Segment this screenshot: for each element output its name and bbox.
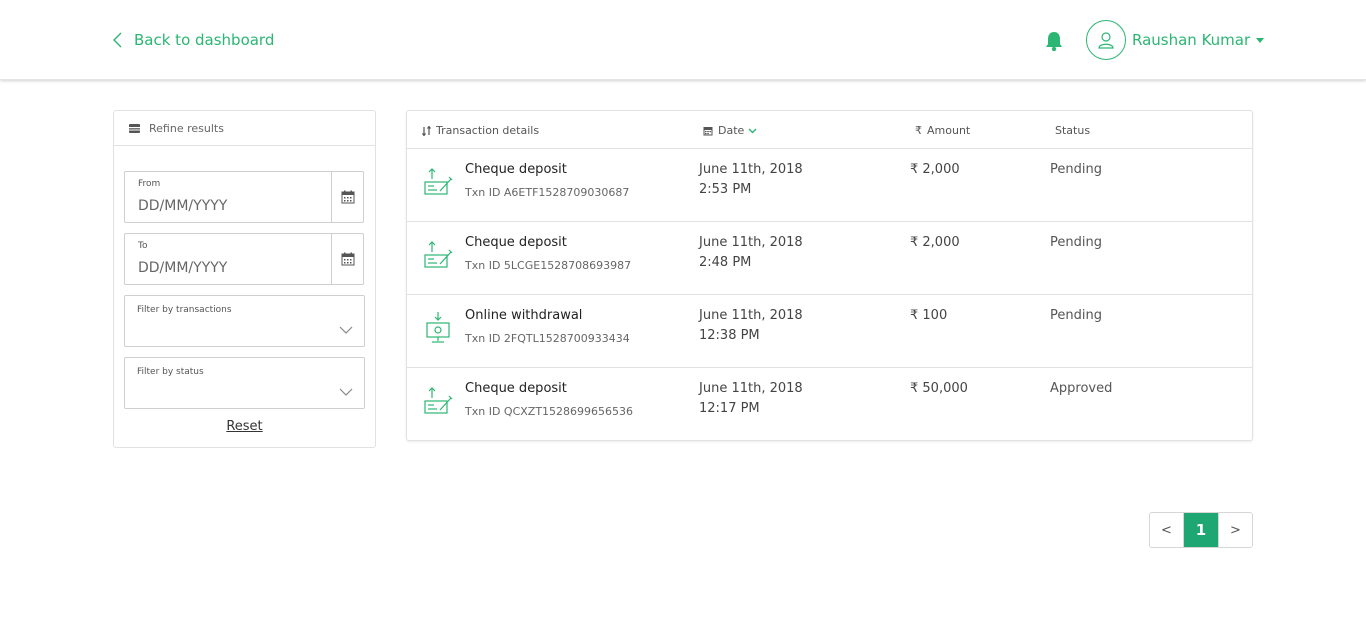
row-txn-id: Txn ID 5LCGE1528708693987 (465, 259, 632, 272)
back-link-label: Back to dashboard (134, 31, 275, 49)
caret-down-icon (1256, 37, 1265, 43)
row-status: Pending (1050, 308, 1102, 323)
row-date: June 11th, 2018 (699, 235, 803, 250)
chevron-down-icon (748, 128, 757, 133)
cheque-deposit-icon (424, 241, 453, 268)
table-row[interactable]: Cheque deposit Txn ID A6ETF1528709030687… (407, 149, 1252, 222)
chevron-down-icon (339, 326, 353, 334)
user-name: Raushan Kumar (1132, 31, 1251, 49)
row-amount: ₹ 2,000 (910, 162, 960, 177)
table-row[interactable]: Online withdrawal Txn ID 2FQTL1528700933… (407, 295, 1252, 368)
row-time: 12:38 PM (699, 328, 760, 343)
online-withdrawal-icon (426, 312, 450, 343)
pagination: < 1 > (1149, 512, 1253, 548)
from-date-main: From (125, 172, 331, 222)
transactions-filter-label: Filter by transactions (137, 305, 232, 315)
from-label: From (138, 179, 161, 189)
row-amount: ₹ 50,000 (910, 381, 968, 396)
th-date[interactable]: Date (703, 124, 757, 137)
row-txn-id: Txn ID A6ETF1528709030687 (465, 186, 630, 199)
row-time: 2:53 PM (699, 182, 752, 197)
row-title: Cheque deposit (465, 162, 567, 177)
table-header: Transaction details Date ₹ Amount Status (407, 111, 1252, 149)
th-date-label: Date (718, 124, 745, 137)
transactions-table: Transaction details Date ₹ Amount Status (406, 110, 1253, 441)
next-page-button[interactable]: > (1218, 513, 1252, 547)
from-date-field: From (124, 171, 364, 223)
filter-header: Refine results (114, 111, 375, 146)
row-time: 2:48 PM (699, 255, 752, 270)
user-icon (1098, 32, 1114, 49)
row-amount: ₹ 100 (910, 308, 948, 323)
from-date-input[interactable] (138, 198, 318, 214)
th-status[interactable]: Status (1055, 124, 1090, 137)
filter-title: Refine results (149, 121, 224, 135)
prev-page-button[interactable]: < (1150, 513, 1184, 547)
calendar-icon (341, 252, 354, 266)
row-date: June 11th, 2018 (699, 381, 803, 396)
calendar-icon (703, 126, 713, 135)
to-calendar-button[interactable] (331, 234, 363, 284)
row-date: June 11th, 2018 (699, 308, 803, 323)
avatar (1086, 20, 1126, 60)
cheque-deposit-icon (424, 387, 453, 414)
row-time: 12:17 PM (699, 401, 760, 416)
row-txn-id: Txn ID QCXZT1528699656536 (465, 405, 634, 418)
reset-link[interactable]: Reset (114, 419, 375, 434)
to-date-field: To (124, 233, 364, 285)
th-details-label: Transaction details (436, 124, 540, 137)
filter-card-icon (129, 123, 140, 133)
calendar-icon (341, 190, 354, 204)
th-transaction-details[interactable]: Transaction details (422, 124, 539, 137)
from-calendar-button[interactable] (331, 172, 363, 222)
th-amount[interactable]: ₹ Amount (915, 124, 970, 137)
to-date-input[interactable] (138, 260, 318, 276)
chevron-left-icon (113, 32, 122, 48)
row-amount: ₹ 2,000 (910, 235, 960, 250)
page-1-button[interactable]: 1 (1184, 513, 1218, 547)
table-row[interactable]: Cheque deposit Txn ID QCXZT1528699656536… (407, 368, 1252, 441)
row-status: Pending (1050, 162, 1102, 177)
row-txn-id: Txn ID 2FQTL1528700933434 (465, 332, 630, 345)
status-filter-label: Filter by status (137, 367, 204, 377)
row-date: June 11th, 2018 (699, 162, 803, 177)
row-title: Online withdrawal (465, 308, 583, 323)
filter-panel: Refine results From To (113, 110, 376, 448)
to-date-main: To (125, 234, 331, 284)
th-status-label: Status (1055, 124, 1091, 137)
bell-icon[interactable] (1043, 30, 1065, 52)
th-amount-label: Amount (927, 124, 971, 137)
to-label: To (138, 241, 148, 251)
rupee-icon: ₹ (915, 124, 922, 137)
cheque-deposit-icon (424, 168, 453, 195)
user-menu[interactable]: Raushan Kumar (1086, 20, 1265, 60)
table-row[interactable]: Cheque deposit Txn ID 5LCGE1528708693987… (407, 222, 1252, 295)
row-status: Pending (1050, 235, 1102, 250)
sort-icon (422, 125, 431, 136)
transactions-filter-select[interactable]: Filter by transactions (124, 295, 365, 347)
row-title: Cheque deposit (465, 381, 567, 396)
chevron-down-icon (339, 388, 353, 396)
row-status: Approved (1050, 381, 1113, 396)
row-title: Cheque deposit (465, 235, 567, 250)
top-header: Back to dashboard Raushan Kumar (0, 0, 1366, 80)
status-filter-select[interactable]: Filter by status (124, 357, 365, 409)
back-to-dashboard-link[interactable]: Back to dashboard (110, 29, 274, 51)
